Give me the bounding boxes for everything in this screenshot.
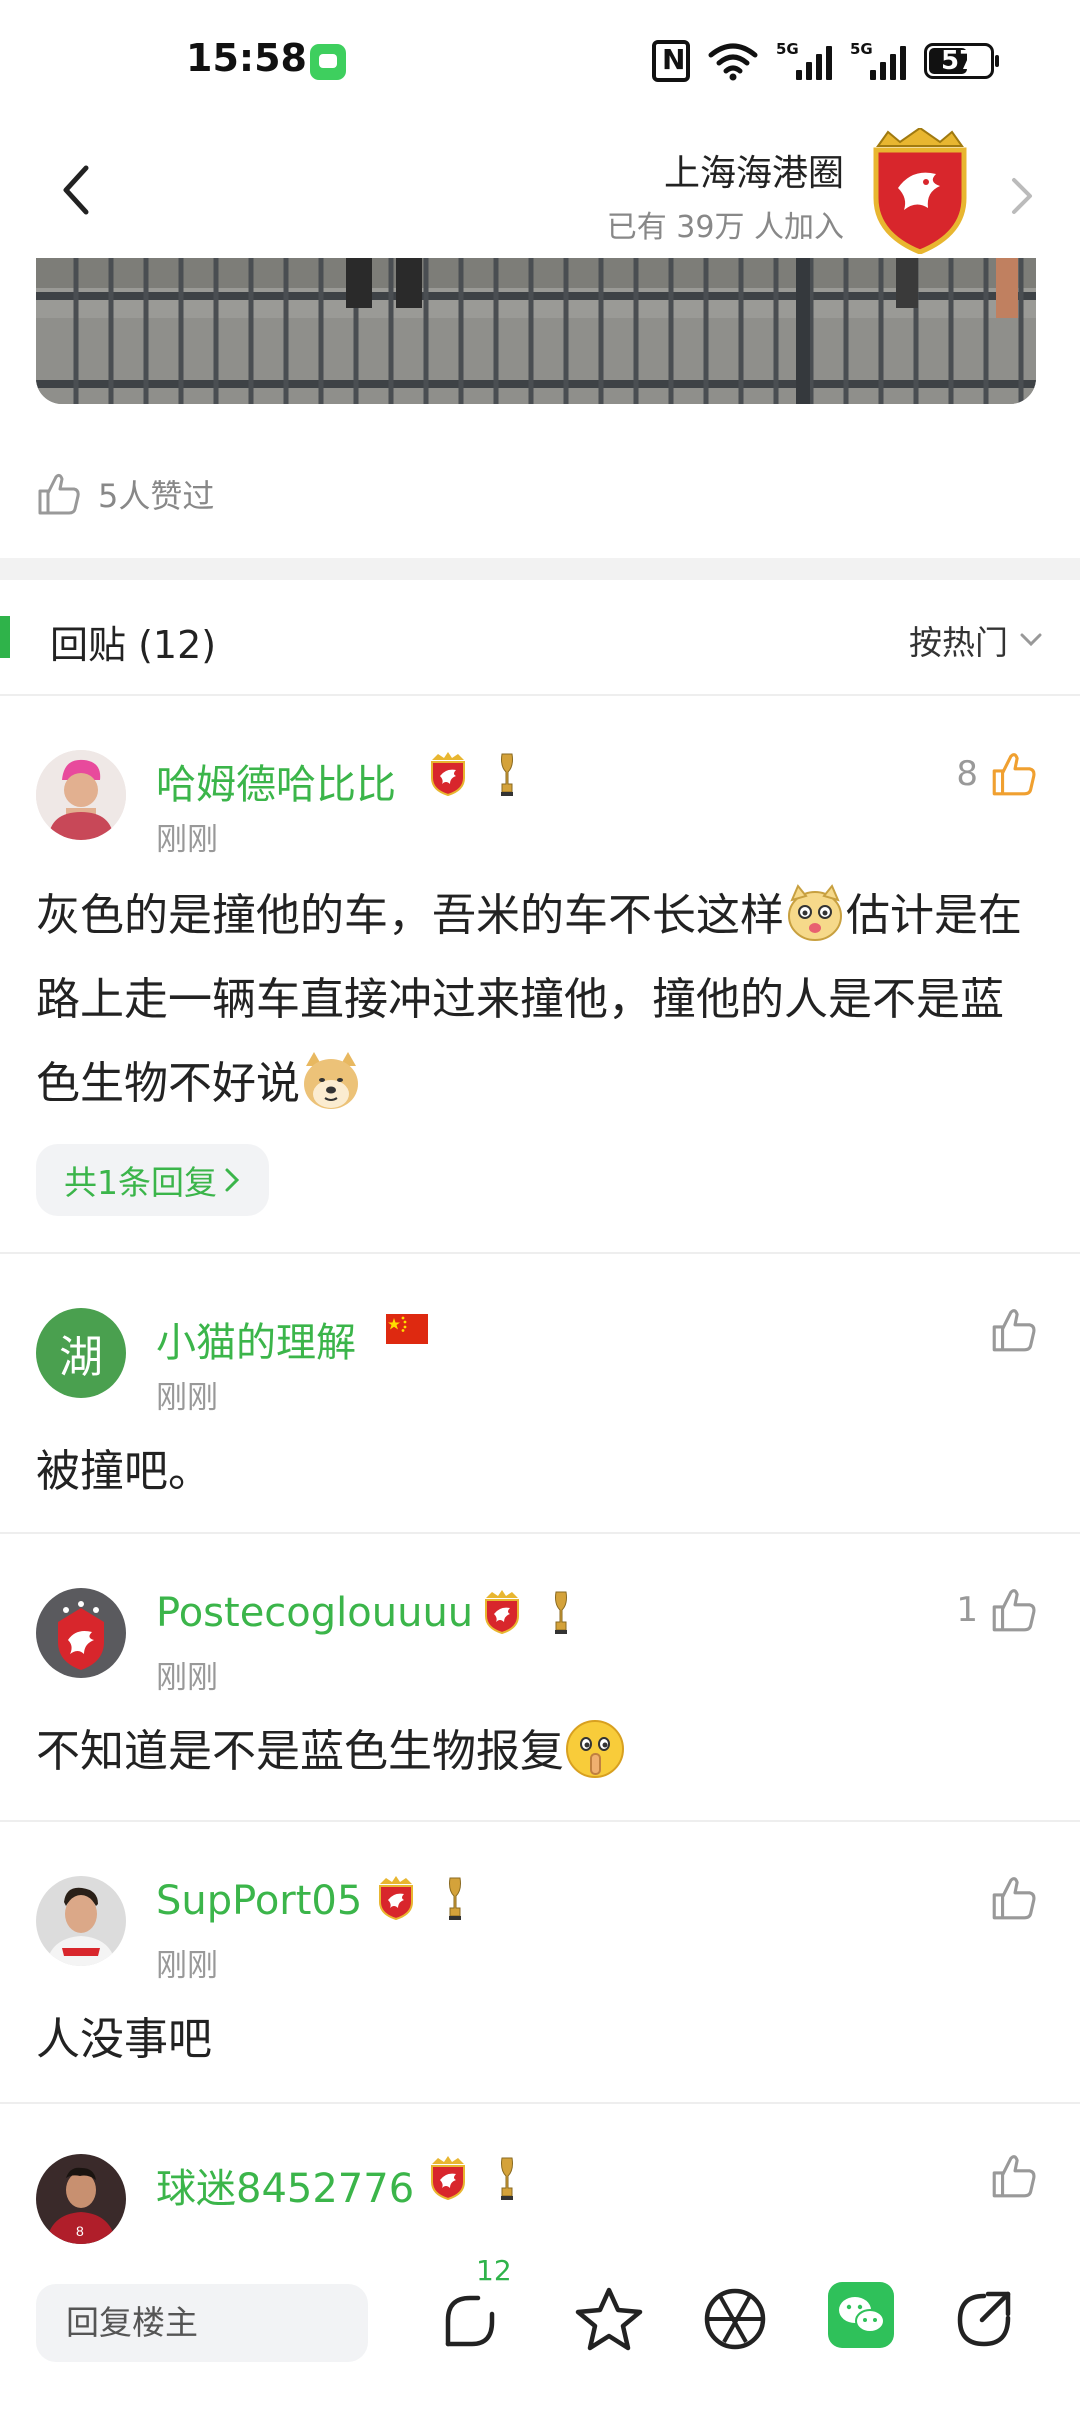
battery-level: 57: [941, 46, 978, 76]
section-divider: [0, 558, 1080, 580]
comment-like[interactable]: 1: [956, 1584, 1040, 1636]
avatar[interactable]: [36, 750, 126, 840]
user-badges: [376, 1876, 466, 1920]
doge-emoji-icon: [304, 1052, 358, 1109]
username[interactable]: 哈姆德哈比比: [156, 752, 396, 810]
top-navigation: 上海海港圈 已有 39万 人加入: [0, 120, 1080, 260]
avatar[interactable]: 8: [36, 2154, 126, 2244]
trophy-icon: [555, 1591, 567, 1634]
sort-label: 按热门: [909, 623, 1008, 662]
avatar-photo: [36, 1876, 126, 1966]
status-time: 15:58: [186, 36, 307, 80]
club-badge-icon: [431, 2156, 465, 2200]
aperture-icon[interactable]: [700, 2284, 770, 2354]
reply-input[interactable]: 回复楼主: [36, 2284, 368, 2362]
thumbs-up-icon[interactable]: [34, 469, 84, 519]
sub-replies-label: 共1条回复: [64, 1163, 217, 1202]
comment-item: SupPort05 刚刚 人没事吧: [0, 1822, 1080, 2104]
chevron-right-icon: [225, 1168, 240, 1192]
username[interactable]: 球迷8452776: [156, 2156, 414, 2214]
comment-text-part: 不知道是不是蓝色生物报复: [36, 1726, 564, 1777]
trophy-icon: [501, 753, 513, 796]
share-icon[interactable]: [950, 2284, 1020, 2354]
circle-member-count: 已有 39万 人加入: [606, 210, 844, 245]
trophy-icon: [449, 1877, 461, 1920]
comment-text: 不知道是不是蓝色生物报复: [36, 1710, 1026, 1794]
bottom-action-bar: 回复楼主 12: [0, 2254, 1080, 2412]
avatar[interactable]: [36, 1876, 126, 1966]
message-app-icon: [310, 44, 346, 80]
comment-text: 被撞吧。: [36, 1446, 212, 1497]
user-badges: [386, 1314, 428, 1344]
circle-name[interactable]: 上海海港圈: [664, 144, 844, 196]
thumbs-up-icon[interactable]: [988, 1872, 1040, 1924]
chevron-down-icon: [1020, 633, 1042, 647]
cat-emoji-icon: [788, 884, 842, 941]
avatar[interactable]: [36, 1588, 126, 1678]
trophy-icon: [501, 2157, 513, 2200]
comment-text: 人没事吧: [36, 2014, 212, 2065]
avatar-photo: [36, 1588, 126, 1678]
sub-replies-button[interactable]: 共1条回复: [36, 1144, 269, 1216]
section-marker: [0, 616, 10, 658]
comment-count: 12: [476, 2254, 512, 2287]
comment-like[interactable]: 8: [956, 748, 1040, 800]
wifi-icon: [708, 43, 758, 81]
comment-like[interactable]: [988, 2150, 1040, 2202]
svg-text:8: 8: [76, 2223, 84, 2239]
club-badge-icon: [485, 1590, 519, 1634]
avatar-photo: 8: [36, 2154, 126, 2244]
status-icons: 5G 5G 57: [652, 38, 999, 84]
comment-time: 刚刚: [156, 1948, 218, 1984]
thumbs-up-icon[interactable]: [988, 1584, 1040, 1636]
user-badges: [428, 752, 518, 796]
comment-like[interactable]: [988, 1872, 1040, 1924]
likes-count-text: 5人赞过: [98, 477, 215, 515]
comment-text-part: 灰色的是撞他的车，吾米的车不长这样: [36, 890, 784, 941]
club-badge-icon: [379, 1876, 413, 1920]
username[interactable]: 小猫的理解: [156, 1310, 356, 1368]
nfc-icon: [652, 40, 690, 82]
signal-icon-2: 5G: [850, 40, 906, 82]
comment-text: 灰色的是撞他的车，吾米的车不长这样 估计是在路上走一辆车直接冲过来撞他，撞他的人…: [36, 874, 1026, 1126]
username[interactable]: SupPort05: [156, 1878, 362, 1924]
comment-bubble-icon[interactable]: [434, 2284, 504, 2354]
battery-icon: 57: [924, 43, 999, 79]
thumbs-up-icon[interactable]: [988, 748, 1040, 800]
comment-time: 刚刚: [156, 1660, 218, 1696]
signal-icon: 5G: [776, 40, 832, 82]
status-bar: 15:58 5G 5G 57: [0, 0, 1080, 120]
railing-photo: [36, 258, 1036, 404]
post-likes[interactable]: 5人赞过: [34, 466, 214, 522]
china-flag-icon: [386, 1314, 428, 1344]
star-icon[interactable]: [574, 2284, 644, 2354]
shush-emoji-icon: [566, 1720, 624, 1778]
thumbs-up-icon[interactable]: [988, 1304, 1040, 1356]
post-image[interactable]: [36, 258, 1036, 404]
club-badge-icon: [431, 752, 465, 796]
comment-item: Postecoglouuuu 刚刚 1 不知道是不是蓝色生物报复: [0, 1534, 1080, 1822]
comment-like[interactable]: [988, 1304, 1040, 1356]
comment-time: 刚刚: [156, 1380, 218, 1416]
forward-arrow-icon[interactable]: [1004, 174, 1040, 218]
replies-title: 回贴 (12): [50, 623, 217, 667]
comment-item: 8 球迷8452776: [0, 2104, 1080, 2254]
comment-time: 刚刚: [156, 822, 218, 858]
sort-button[interactable]: 按热门: [909, 616, 1042, 664]
replies-header: 回贴 (12) 按热门: [0, 580, 1080, 696]
wechat-icon[interactable]: [828, 2282, 894, 2348]
back-arrow-icon[interactable]: [52, 160, 102, 220]
like-count: 1: [956, 1590, 978, 1630]
avatar[interactable]: 湖: [36, 1308, 126, 1398]
wechat-glyph: [839, 2297, 885, 2333]
username[interactable]: Postecoglouuuu: [156, 1590, 473, 1636]
thumbs-up-icon[interactable]: [988, 2150, 1040, 2202]
comment-item: 哈姆德哈比比 刚刚 8 灰色的是撞他的车，吾米的车不长这样 估计是在路上走一辆车…: [0, 696, 1080, 1254]
avatar-photo: [36, 750, 126, 840]
user-badges: [482, 1590, 572, 1634]
comment-item: 湖 小猫的理解 刚刚 被撞吧。: [0, 1254, 1080, 1534]
user-badges: [428, 2156, 518, 2200]
club-logo-icon[interactable]: [868, 128, 972, 254]
like-count: 8: [956, 754, 978, 794]
